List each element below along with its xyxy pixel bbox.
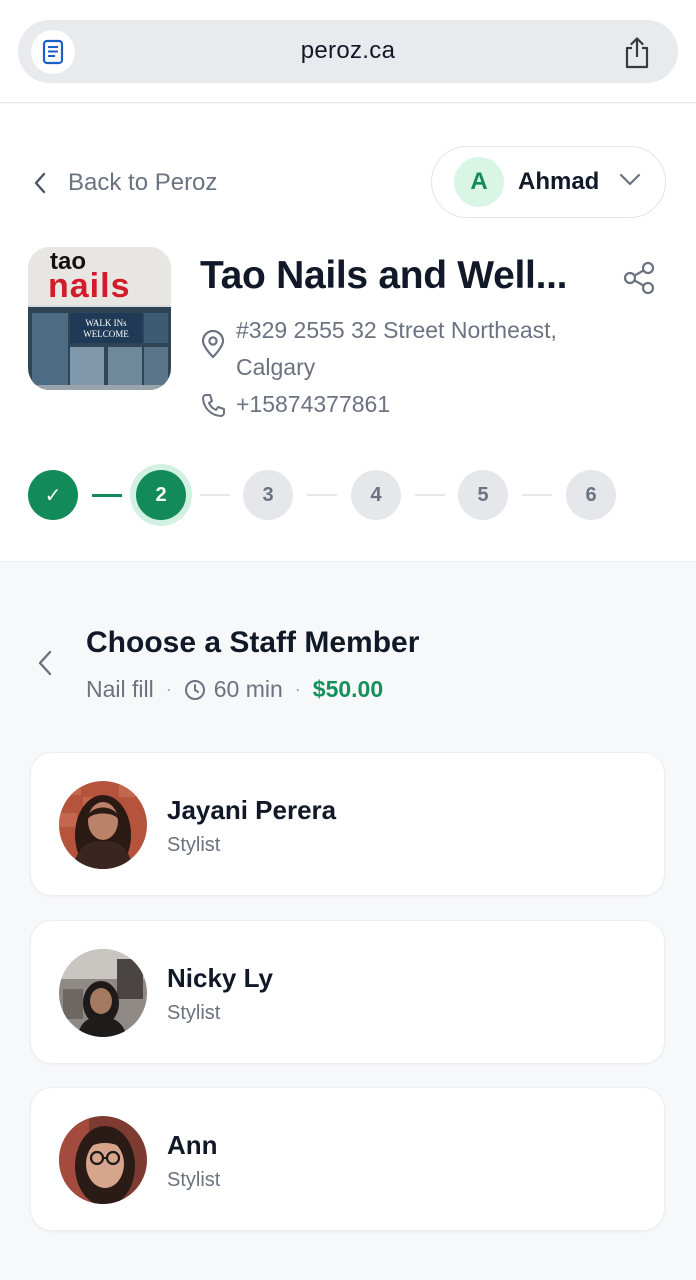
shop-phone: +15874377861 [236, 391, 391, 417]
staff-avatar [59, 1116, 147, 1204]
shop-address: #329 2555 32 Street Northeast, Calgary [236, 317, 557, 380]
duration-text: 60 min [213, 676, 283, 702]
step-1: ✓ [28, 470, 78, 520]
shop-address-row: #329 2555 32 Street Northeast, Calgary [200, 312, 626, 386]
back-link-label: Back to Peroz [68, 169, 218, 196]
logo-text-nails: nails [48, 267, 130, 305]
browser-toolbar: peroz.ca [0, 0, 696, 103]
address-bar[interactable]: peroz.ca [18, 20, 678, 83]
step-6: 6 [566, 470, 616, 520]
page: peroz.ca Back to Peroz A Ahmad tao nails… [0, 0, 696, 1280]
svg-text:WALK INs: WALK INs [85, 318, 127, 328]
phone-icon [202, 393, 225, 417]
chevron-left-icon[interactable] [34, 648, 58, 678]
staff-name: Ann [167, 1130, 218, 1160]
svg-text:WELCOME: WELCOME [83, 329, 129, 339]
staff-role: Stylist [167, 1169, 221, 1191]
step-4: 4 [351, 470, 401, 520]
step-2: 2 [136, 470, 186, 520]
chevron-left-icon [34, 172, 46, 194]
staff-avatar [59, 949, 147, 1037]
share-upload-icon [625, 37, 649, 69]
shop-name: Tao Nails and Well... [200, 254, 568, 297]
staff-name: Nicky Ly [167, 963, 273, 993]
user-name: Ahmad [518, 168, 600, 195]
staff-selection-section: Choose a Staff Member Nail fill · 60 min… [0, 562, 696, 1280]
step-connector [307, 494, 337, 496]
back-to-peroz-link[interactable]: Back to Peroz [32, 166, 217, 200]
step-connector [200, 494, 230, 496]
staff-card-ann[interactable]: Ann Stylist [30, 1087, 665, 1231]
shop-logo-image: tao nails WALK INs WELCOME [28, 247, 171, 390]
service-name: Nail fill [86, 676, 154, 702]
shop-phone-row[interactable]: +15874377861 [200, 391, 390, 418]
browser-share-button[interactable] [620, 35, 654, 71]
user-avatar: A [454, 157, 504, 207]
service-price: $50.00 [312, 676, 384, 702]
shop-header: Back to Peroz A Ahmad tao nails WALK INs… [0, 104, 696, 562]
separator-dot: · [294, 679, 301, 699]
share-nodes-icon[interactable] [621, 260, 657, 296]
section-title: Choose a Staff Member [86, 626, 420, 659]
staff-role: Stylist [167, 1002, 221, 1024]
service-duration: 60 min [184, 676, 283, 703]
staff-card-jayani-perera[interactable]: Jayani Perera Stylist [30, 752, 665, 896]
user-menu-button[interactable]: A Ahmad [431, 146, 666, 218]
url-text[interactable]: peroz.ca [18, 37, 678, 65]
staff-name: Jayani Perera [167, 795, 337, 825]
step-connector [522, 494, 552, 496]
map-pin-icon [201, 330, 225, 359]
step-connector [92, 494, 122, 497]
step-connector [415, 494, 445, 496]
chevron-down-icon [619, 173, 641, 186]
staff-avatar [59, 781, 147, 869]
step-5: 5 [458, 470, 508, 520]
booking-stepper: ✓ 2 3 4 5 6 [28, 469, 628, 521]
staff-card-nicky-ly[interactable]: Nicky Ly Stylist [30, 920, 665, 1064]
staff-role: Stylist [167, 834, 221, 856]
separator-dot: · [165, 679, 172, 699]
service-meta: Nail fill · 60 min · $50.00 [86, 676, 383, 703]
step-3: 3 [243, 470, 293, 520]
clock-icon [184, 679, 205, 700]
